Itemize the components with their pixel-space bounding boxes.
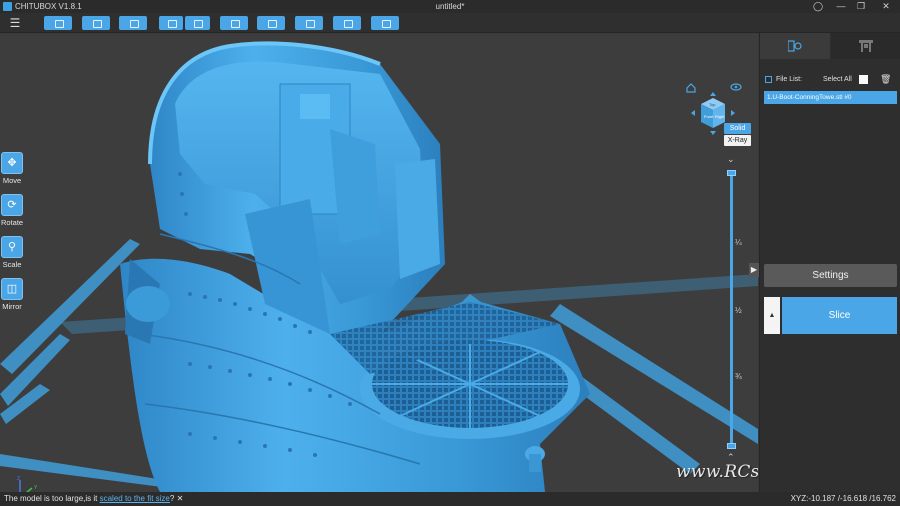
status-bar: The model is too large,is it scaled to t… (0, 492, 900, 506)
main-toolbar: ☰ (0, 13, 900, 33)
layer-slider-top-handle[interactable] (727, 170, 736, 176)
home-view-icon[interactable] (686, 83, 696, 93)
restore-icon[interactable]: ❐ (851, 0, 871, 13)
hamburger-menu-icon[interactable]: ☰ (8, 16, 22, 30)
minimize-icon[interactable]: — (831, 0, 851, 13)
move-tool-label: Move (2, 176, 22, 185)
mirror-tool-label: Mirror (2, 302, 22, 311)
select-all-button[interactable] (119, 16, 147, 30)
axis-gizmo: Z Y X (17, 476, 38, 492)
select-all-label: Select All (823, 76, 852, 83)
rotate-icon: ⟳ (1, 194, 23, 216)
rotate-tool-button[interactable]: ⟳ Rotate (1, 194, 23, 227)
layer-slider-bottom-handle[interactable] (727, 443, 736, 449)
file-list-item[interactable]: 1.U-Boot-ConningTowe.stl #0 (764, 91, 897, 104)
layer-mark-half: ½ (735, 306, 742, 315)
status-message: The model is too large,is it scaled to t… (4, 492, 183, 506)
rotate-up-arrow-icon[interactable] (710, 92, 716, 96)
status-message-prefix: The model is too large,is it (4, 494, 100, 503)
solid-view-button[interactable]: Solid (724, 123, 751, 134)
open-file-button[interactable] (44, 16, 72, 30)
print-settings-icon (788, 40, 802, 52)
svg-text:Z: Z (17, 476, 20, 482)
dismiss-message-icon[interactable]: ✕ (177, 494, 184, 503)
document-title: untitled* (435, 2, 465, 11)
xray-view-button[interactable]: X-Ray (724, 135, 751, 146)
trash-icon[interactable]: 🗑 (880, 74, 891, 85)
chitubox-window: CHITUBOX V1.8.1 untitled* ◯ — ❐ ✕ ☰ ✥ Mo… (0, 0, 900, 506)
close-icon[interactable]: ✕ (876, 0, 896, 13)
scale-icon: ⚲ (1, 236, 23, 258)
xyz-coordinates: XYZ:-10.187 /-16.618 /16.762 (790, 494, 896, 503)
file-list-icon (765, 76, 772, 83)
support-button[interactable] (295, 16, 323, 30)
mirror-icon: ◫ (1, 278, 23, 300)
conning-tower-model[interactable] (120, 41, 590, 492)
tab-print-settings[interactable] (760, 33, 830, 59)
title-bar: CHITUBOX V1.8.1 untitled* ◯ — ❐ ✕ (0, 0, 900, 13)
tab-printer[interactable] (831, 33, 900, 59)
rotate-down-arrow-icon[interactable] (710, 131, 716, 135)
move-icon: ✥ (1, 152, 23, 174)
eye-icon[interactable] (730, 83, 742, 91)
scale-to-fit-link[interactable]: scaled to the fit size (100, 494, 170, 503)
file-list-label: File List: (776, 76, 803, 83)
status-message-suffix: ? (169, 494, 175, 503)
select-all-checkbox[interactable] (859, 75, 868, 84)
svg-text:Y: Y (34, 485, 38, 491)
auto-layout-button[interactable] (220, 16, 248, 30)
cube-top-label: Top (709, 102, 716, 107)
layer-mark-quarter: ¼ (735, 238, 742, 247)
scale-tool-button[interactable]: ⚲ Scale (1, 236, 23, 269)
slice-button[interactable]: Slice (782, 297, 897, 334)
layer-slider-track[interactable] (730, 172, 733, 448)
layout-left-button[interactable] (159, 16, 183, 30)
watermark-text: www.RCshipyard.com (676, 462, 758, 482)
cube-right-label: Right (715, 114, 725, 119)
rotate-tool-label: Rotate (1, 218, 24, 227)
settings-button[interactable]: Settings (764, 264, 897, 287)
hollow-button[interactable] (257, 16, 285, 30)
file-list-header: File List: Select All 🗑 (765, 74, 897, 86)
3d-viewport[interactable]: ✥ Move ⟳ Rotate ⚲ Scale ◫ Mirror Front R… (0, 34, 758, 492)
cube-front-label: Front (704, 114, 714, 119)
right-panel: File List: Select All 🗑 1.U-Boot-Conning… (759, 33, 900, 492)
build-plate-scene (0, 41, 758, 492)
user-icon[interactable]: ◯ (808, 0, 828, 13)
save-file-dropdown-button[interactable] (82, 16, 110, 30)
drill-hole-button[interactable] (333, 16, 361, 30)
scale-tool-label: Scale (2, 260, 22, 269)
mirror-tool-button[interactable]: ◫ Mirror (1, 278, 23, 311)
slice-options-button[interactable]: ▲ (764, 297, 780, 334)
lock-button[interactable] (371, 16, 399, 30)
panel-toggle-arrow-icon[interactable]: ▶ (749, 263, 759, 277)
layout-right-button[interactable] (185, 16, 210, 30)
rotate-left-arrow-icon[interactable] (691, 110, 695, 116)
move-tool-button[interactable]: ✥ Move (1, 152, 23, 185)
layer-mark-three-quarter: ¾ (735, 372, 742, 381)
printer-icon (859, 40, 873, 52)
rotate-right-arrow-icon[interactable] (731, 110, 735, 116)
layer-collapse-chevron-icon[interactable]: ⌄ (727, 154, 735, 165)
